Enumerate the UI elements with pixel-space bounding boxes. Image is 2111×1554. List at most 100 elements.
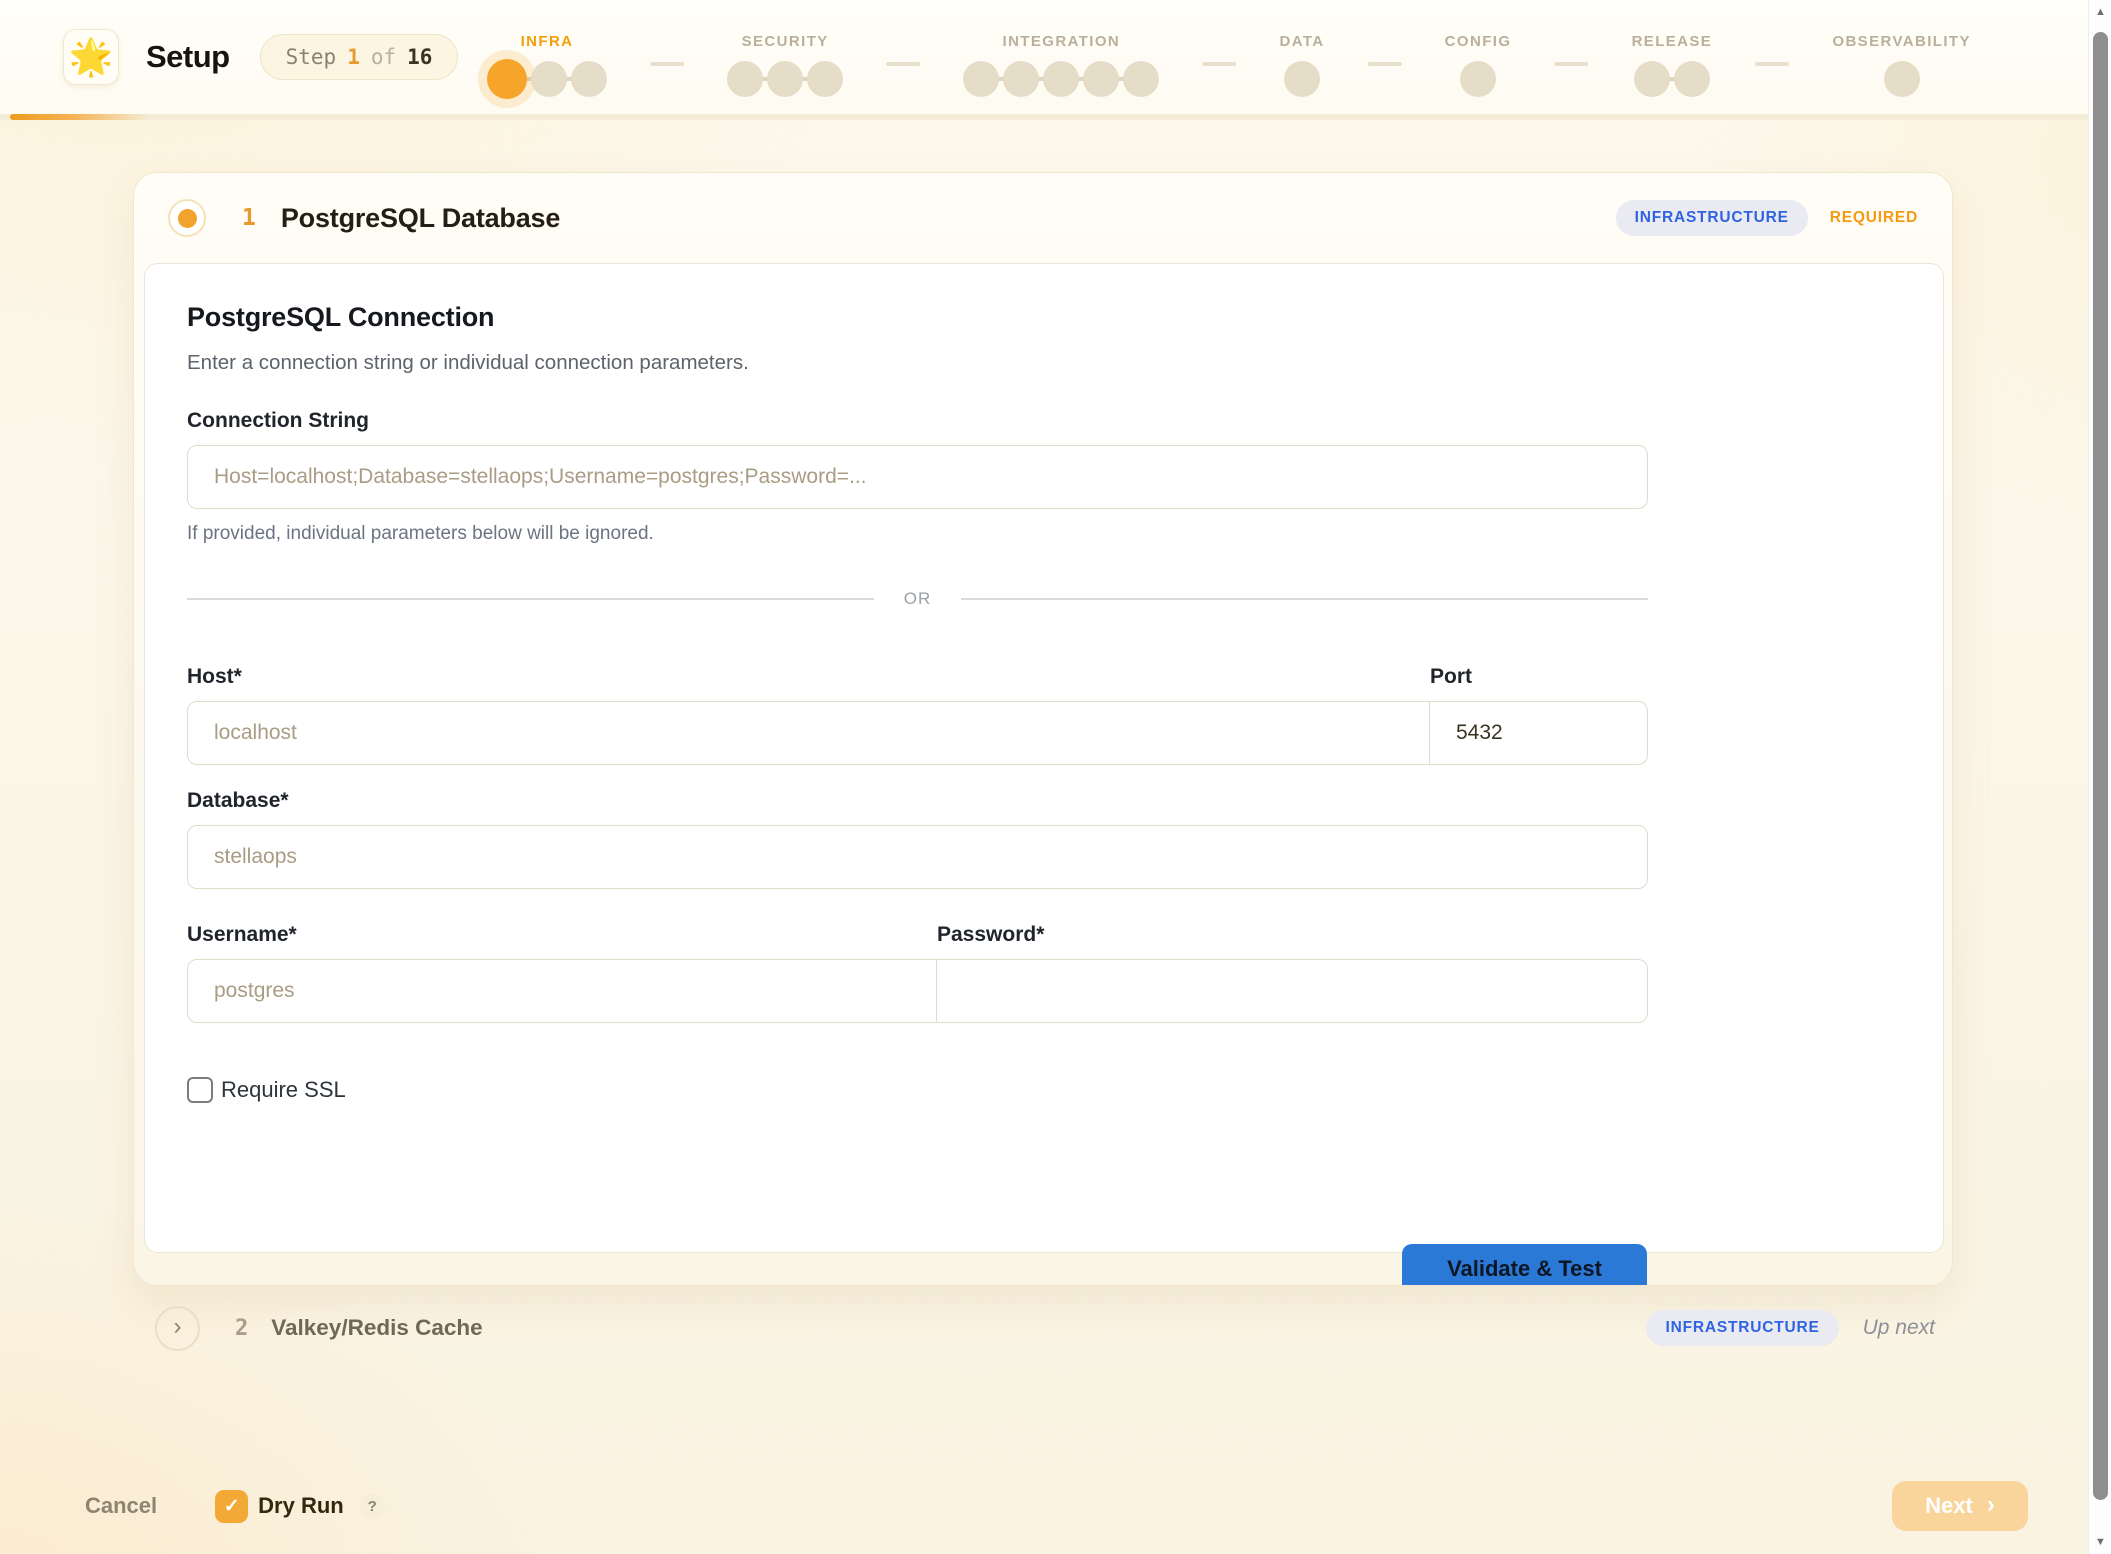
connection-string-input[interactable] xyxy=(187,445,1648,509)
stage-connector xyxy=(1755,62,1789,66)
step-dot[interactable] xyxy=(531,61,567,97)
cancel-button[interactable]: Cancel xyxy=(85,1493,157,1519)
connection-form-panel: PostgreSQL Connection Enter a connection… xyxy=(144,263,1944,1253)
step-dot[interactable] xyxy=(1123,61,1159,97)
host-input[interactable] xyxy=(187,701,1430,765)
active-step-dot-icon xyxy=(178,209,197,228)
password-input[interactable] xyxy=(937,959,1648,1023)
step-dot[interactable] xyxy=(767,61,803,97)
stage-dots xyxy=(1284,59,1320,99)
check-icon: ✓ xyxy=(224,1495,240,1518)
help-icon[interactable]: ? xyxy=(360,1494,385,1519)
step-counter-prefix: Step xyxy=(286,45,337,69)
dry-run-label: Dry Run xyxy=(258,1493,344,1519)
app-header: 🌟 Setup Step 1 of 16 INFRASECURITYINTEGR… xyxy=(0,0,2111,114)
step-title: PostgreSQL Database xyxy=(281,203,560,234)
password-label: Password* xyxy=(937,923,1648,947)
database-input[interactable] xyxy=(187,825,1648,889)
step-dot[interactable] xyxy=(1674,61,1710,97)
form-heading: PostgreSQL Connection xyxy=(187,302,1648,333)
stage-label: RELEASE xyxy=(1632,33,1713,50)
stage-infra: INFRA xyxy=(487,33,607,99)
step-title: Valkey/Redis Cache xyxy=(271,1315,482,1341)
stage-connector xyxy=(650,62,684,66)
step-dot[interactable] xyxy=(1043,61,1079,97)
scroll-down-icon[interactable]: ▼ xyxy=(2089,1536,2111,1548)
step-counter-current: 1 xyxy=(347,45,360,69)
step-dot[interactable] xyxy=(807,61,843,97)
stage-dots xyxy=(963,59,1159,99)
port-input[interactable] xyxy=(1430,701,1648,765)
step-dot[interactable] xyxy=(1460,61,1496,97)
stage-dots xyxy=(1460,59,1496,99)
stage-connector xyxy=(1368,62,1402,66)
username-password-inputs xyxy=(187,959,1648,1023)
stage-dots xyxy=(487,59,607,99)
step-dot[interactable] xyxy=(1884,61,1920,97)
stepper: INFRA SECURITY INTEGRATION DATA CONFIG RELEAS… xyxy=(487,0,1971,114)
step-counter-badge: Step 1 of 16 xyxy=(260,34,459,80)
or-divider: OR xyxy=(187,589,1648,609)
stage-dots xyxy=(1884,59,1920,99)
scroll-up-icon[interactable]: ▲ xyxy=(2089,6,2111,18)
progress-track xyxy=(0,114,2111,120)
step-counter-of: of xyxy=(371,45,396,69)
stage-connector xyxy=(1554,62,1588,66)
divider-text: OR xyxy=(904,589,932,609)
postgresql-connection-form: PostgreSQL Connection Enter a connection… xyxy=(187,302,1648,1103)
stage-security: SECURITY xyxy=(727,33,843,99)
chevron-right-icon: › xyxy=(1987,1493,1995,1520)
stage-label: INFRA xyxy=(521,33,574,50)
active-step-indicator-icon xyxy=(168,199,206,237)
require-ssl-row: Require SSL xyxy=(187,1077,1648,1103)
require-ssl-checkbox[interactable] xyxy=(187,1077,213,1103)
host-port-inputs xyxy=(187,701,1648,765)
wizard-footer: Cancel ✓ Dry Run ? Next › xyxy=(0,1468,2111,1554)
stage-label: INTEGRATION xyxy=(1003,33,1121,50)
expand-chevron-icon[interactable]: › xyxy=(155,1306,200,1351)
step-dot[interactable] xyxy=(571,61,607,97)
step-dot[interactable] xyxy=(1003,61,1039,97)
stage-label: CONFIG xyxy=(1445,33,1512,50)
step-dot[interactable] xyxy=(1083,61,1119,97)
progress-fill xyxy=(10,114,150,120)
host-port-labels: Host* Port xyxy=(187,665,1648,689)
require-ssl-label: Require SSL xyxy=(221,1077,346,1103)
up-next-status: Up next xyxy=(1863,1316,1935,1340)
app-logo-star-icon: 🌟 xyxy=(63,29,119,85)
next-button[interactable]: Next › xyxy=(1892,1481,2028,1531)
host-label: Host* xyxy=(187,665,1430,689)
step-dot[interactable] xyxy=(1284,61,1320,97)
username-password-labels: Username* Password* xyxy=(187,923,1648,947)
stage-release: RELEASE xyxy=(1632,33,1713,99)
category-badge: INFRASTRUCTURE xyxy=(1646,1310,1838,1346)
stage-connector xyxy=(1202,62,1236,66)
validate-test-button[interactable]: Validate & Test xyxy=(1402,1244,1647,1286)
category-badge: INFRASTRUCTURE xyxy=(1616,200,1808,236)
username-label: Username* xyxy=(187,923,937,947)
stage-label: OBSERVABILITY xyxy=(1832,33,1971,50)
stage-config: CONFIG xyxy=(1445,33,1512,99)
step-number: 2 xyxy=(235,1316,248,1341)
page-scrollbar[interactable]: ▲ ▼ xyxy=(2088,0,2111,1554)
step-dot[interactable] xyxy=(1634,61,1670,97)
username-input[interactable] xyxy=(187,959,937,1023)
next-button-label: Next xyxy=(1925,1493,1973,1519)
stage-connector xyxy=(886,62,920,66)
step-counter-total: 16 xyxy=(407,45,432,69)
divider-line xyxy=(187,598,874,600)
required-badge: REQUIRED xyxy=(1830,209,1918,227)
form-description: Enter a connection string or individual … xyxy=(187,351,1648,375)
scrollbar-thumb[interactable] xyxy=(2093,32,2108,1500)
stage-observability: OBSERVABILITY xyxy=(1832,33,1971,99)
stage-label: SECURITY xyxy=(742,33,829,50)
accordion-header-postgresql[interactable]: 1 PostgreSQL Database INFRASTRUCTURE REQ… xyxy=(134,173,1952,263)
step-dot[interactable] xyxy=(963,61,999,97)
step-dot[interactable] xyxy=(727,61,763,97)
port-label: Port xyxy=(1430,665,1648,689)
accordion-row-valkey-redis[interactable]: › 2 Valkey/Redis Cache INFRASTRUCTURE Up… xyxy=(133,1300,1953,1356)
stage-label: DATA xyxy=(1279,33,1324,50)
step-dot[interactable] xyxy=(487,59,527,99)
step-number: 1 xyxy=(242,205,256,231)
dry-run-checkbox[interactable]: ✓ xyxy=(215,1490,248,1523)
